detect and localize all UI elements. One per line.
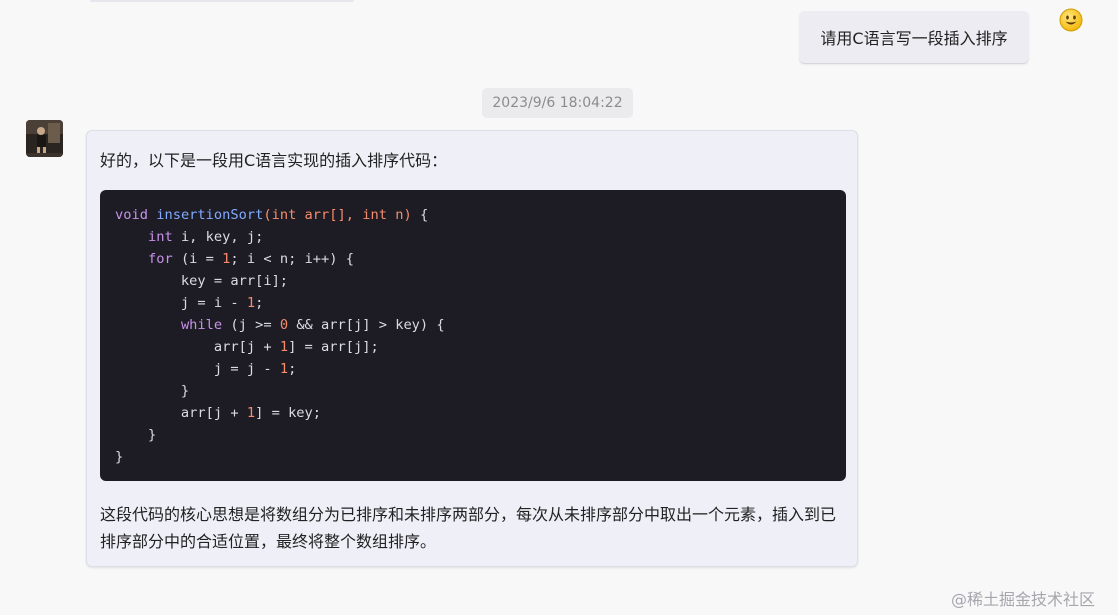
code-line: } bbox=[115, 383, 190, 399]
code-line: j = j - 1; bbox=[115, 361, 297, 377]
bot-intro-text: 好的，以下是一段用C语言实现的插入排序代码： bbox=[100, 151, 448, 170]
code-block[interactable]: void insertionSort(int arr[], int n) { i… bbox=[100, 190, 846, 481]
code-line: while (j >= 0 && arr[j] > key) { bbox=[180, 317, 445, 333]
bot-summary-text: 这段代码的核心思想是将数组分为已排序和未排序两部分，每次从未排序部分中取出一个元… bbox=[100, 505, 837, 551]
bot-message-bubble: 好的，以下是一段用C语言实现的插入排序代码： void insertionSor… bbox=[86, 130, 858, 567]
code-line: arr[j + 1] = arr[j]; bbox=[115, 339, 379, 355]
code-line: } bbox=[115, 427, 157, 443]
code-line: void insertionSort(int arr[], int n) { bbox=[115, 207, 429, 223]
smiley-face-icon[interactable] bbox=[1059, 8, 1083, 32]
watermark: @稀土掘金技术社区 bbox=[951, 590, 1096, 609]
code-line: key = arr[i]; bbox=[115, 273, 289, 289]
code-line: } bbox=[115, 449, 124, 465]
message-timestamp: 2023/9/6 18:04:22 bbox=[482, 88, 633, 118]
code-line: arr[j + 1] = key; bbox=[115, 405, 322, 421]
user-message-text: 请用C语言写一段插入排序 bbox=[820, 29, 1008, 48]
code-line: j = i - 1; bbox=[115, 295, 264, 311]
previous-message-edge bbox=[90, 0, 354, 2]
bot-avatar[interactable] bbox=[26, 120, 63, 157]
code-line: for (i = 1; i < n; i++) { bbox=[147, 251, 355, 267]
user-message-bubble: 请用C语言写一段插入排序 bbox=[799, 11, 1029, 64]
code-line: int i, key, j; bbox=[147, 229, 264, 245]
